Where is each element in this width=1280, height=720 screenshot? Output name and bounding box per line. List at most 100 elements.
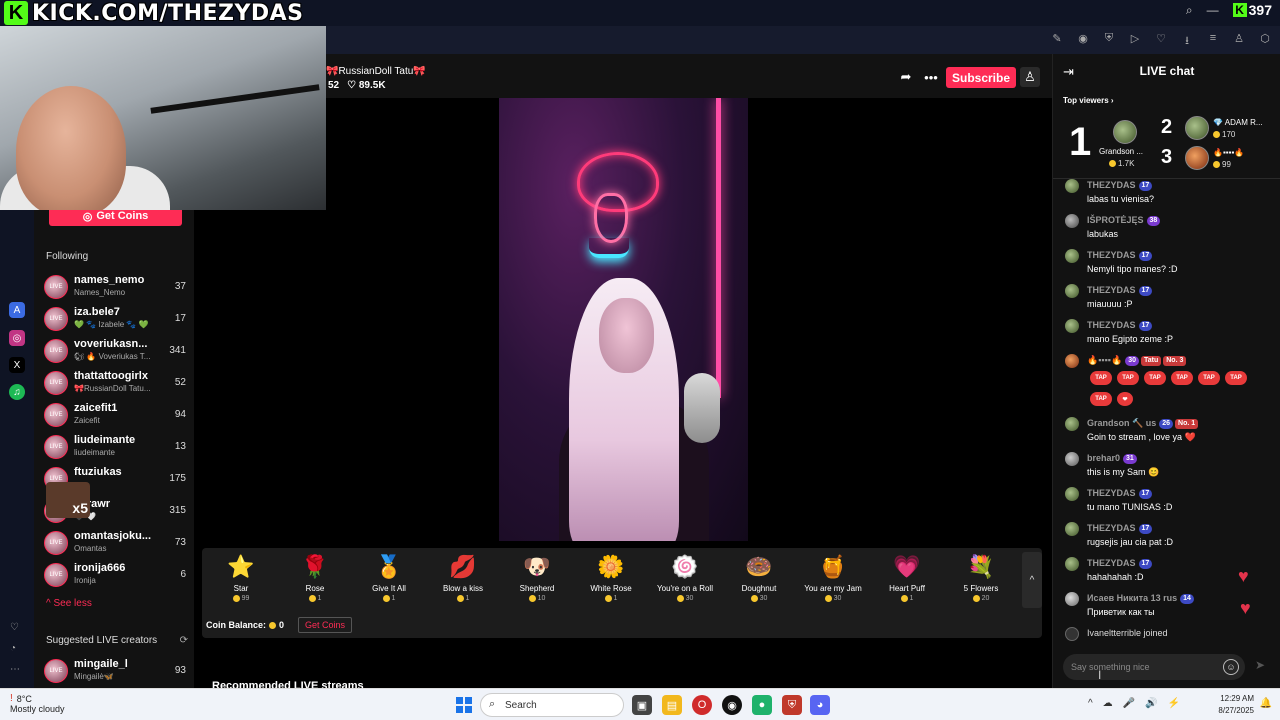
gift-star[interactable]: ⭐ Star 99 [206, 554, 276, 610]
gift-blow-a-kiss[interactable]: 💋 Blow a kiss 1 [428, 554, 498, 610]
shield-app-icon[interactable]: ⛨ [782, 695, 802, 715]
chat-message[interactable]: THEZYDAS 17 labas tu vienisa? [1065, 178, 1275, 210]
opera-icon[interactable]: O [692, 695, 712, 715]
rank-badge: No. 3 [1163, 355, 1187, 366]
chat-username: THEZYDAS 17 [1087, 558, 1153, 569]
tray-expand-icon[interactable]: ^ [1088, 698, 1093, 709]
instagram-icon[interactable]: ◎ [9, 330, 25, 346]
following-item[interactable]: LIVE omantasjoku... Omantas 73 [44, 528, 186, 558]
camera-icon[interactable]: ◉ [1076, 32, 1090, 51]
chat-message[interactable]: THEZYDAS 17 Nemyli tipo manes? :D [1065, 248, 1275, 280]
avatar[interactable] [1113, 120, 1137, 144]
more-options-icon[interactable]: ••• [921, 67, 941, 87]
chat-text: mano Egipto zeme :P [1087, 334, 1174, 344]
live-video[interactable] [499, 98, 748, 541]
more-icon[interactable]: ⋯ [10, 664, 20, 675]
gift-give-it-all[interactable]: 🏅 Give It All 1 [354, 554, 424, 610]
avatar [1065, 452, 1079, 466]
windows-start-icon[interactable] [456, 697, 472, 713]
spotify-icon[interactable]: ♫ [9, 384, 25, 400]
minimize-icon[interactable]: — [1207, 3, 1219, 17]
suggested-item[interactable]: LIVE mingaile_l Mingailė🦋 93 [44, 656, 186, 686]
host-name[interactable]: 🎀RussianDoll Tatu🎀 [326, 66, 426, 77]
following-item[interactable]: LIVE zaicefit1 Zaicefit 94 [44, 400, 186, 430]
weather-widget[interactable]: ! 8°C Mostly cloudy [10, 693, 65, 714]
doughnut-icon: 🍩 [745, 554, 773, 579]
following-item[interactable]: LIVE liudeimante liudeimante 13 [44, 432, 186, 462]
profile-icon[interactable]: ♙ [1020, 67, 1040, 87]
gift-heart-puff[interactable]: 💗 Heart Puff 1 [872, 554, 942, 610]
task-view-icon[interactable]: ▣ [632, 695, 652, 715]
extension-icon[interactable]: ⬡ [1258, 32, 1272, 51]
following-item[interactable]: LIVE iza.bele7 💚 🐾 Izabele 🐾 💚 17 [44, 304, 186, 334]
chat-message[interactable]: THEZYDAS 17 miauuuu :P [1065, 283, 1275, 315]
chat-message[interactable]: THEZYDAS 17 rugsejis jau cia pat :D [1065, 521, 1275, 553]
gift-rose[interactable]: 🌹 Rose 1 [280, 554, 350, 610]
gift-my-jam[interactable]: 🍯 You are my Jam 30 [798, 554, 868, 610]
emoji-icon[interactable]: ☺ [1223, 659, 1239, 675]
profile-icon[interactable]: ♙ [1232, 32, 1246, 51]
play-icon[interactable]: ▷ [1128, 32, 1142, 51]
chat-message[interactable]: Grandson 🔨 us 26 No. 1 Goin to stream , lo… [1065, 416, 1275, 448]
rank-2-number: 2 [1161, 116, 1173, 138]
send-icon[interactable]: ➤ [1255, 658, 1265, 672]
chat-message[interactable]: THEZYDAS 17 mano Egipto zeme :P [1065, 318, 1275, 350]
bouquet-icon: 💐 [967, 554, 995, 579]
gift-price: 1 [872, 595, 942, 602]
heart-icon[interactable]: ♡ [1154, 32, 1168, 51]
search-icon[interactable]: ⌕ [1186, 3, 1193, 18]
microphone-icon[interactable]: 🎤 [1123, 698, 1135, 709]
edit-icon[interactable]: ✎ [1050, 32, 1064, 51]
following-item[interactable]: LIVE ironija666 Ironija 6 [44, 560, 186, 590]
taskbar-search-label: Search [505, 700, 537, 711]
clock[interactable]: 12:29 AM 8/27/2025 [1218, 693, 1254, 717]
gift-name: Give It All [372, 584, 406, 593]
shield-icon[interactable]: ⛨ [1102, 32, 1116, 51]
download-icon[interactable]: ⭳ [1180, 32, 1194, 51]
chat-message[interactable]: brehar0 31 this is my Sam 😊 [1065, 451, 1275, 483]
avatar[interactable] [1185, 146, 1209, 170]
sticker-label: x5 [72, 500, 88, 516]
gift-white-rose[interactable]: 🌼 White Rose 1 [576, 554, 646, 610]
join-text: Ivaneltterrible joined [1087, 628, 1168, 638]
subscribe-button[interactable]: Subscribe [946, 67, 1016, 88]
gift-doughnut[interactable]: 🍩 Doughnut 30 [724, 554, 794, 610]
streamer-face [599, 298, 654, 373]
rank-3-number: 3 [1161, 146, 1173, 168]
avatar[interactable] [1185, 116, 1209, 140]
menu-icon[interactable]: ≡ [1206, 32, 1220, 51]
gift-collapse-button[interactable]: ^ [1022, 552, 1042, 608]
chat-message[interactable]: THEZYDAS 17 tu mano TUNISAS :D [1065, 486, 1275, 518]
gift-bar: ⭐ Star 99 🌹 Rose 1 🏅 Give It All 1 💋 Blo… [202, 548, 1042, 638]
inbox-icon[interactable]: ♡ [10, 622, 19, 633]
gift-on-a-roll[interactable]: 🍥 You're on a Roll 30 [650, 554, 720, 610]
cloud-icon[interactable]: ☁ [1103, 698, 1113, 709]
taskbar-search[interactable]: ⌕ Search [480, 693, 624, 717]
discord-icon[interactable]: ◕ [810, 695, 830, 715]
following-item[interactable]: LIVE names_nemo Names_Nemo 37 [44, 272, 186, 302]
obs-icon[interactable]: ◉ [722, 695, 742, 715]
volume-icon[interactable]: 🔊 [1145, 698, 1157, 709]
following-item[interactable]: LIVE thattattoogirlx 🎀RussianDoll Tatu..… [44, 368, 186, 398]
refresh-icon[interactable]: ⟳ [180, 635, 188, 646]
see-less-link[interactable]: ^ See less [46, 598, 92, 609]
file-explorer-icon[interactable]: ▤ [662, 695, 682, 715]
avatar [1065, 354, 1079, 368]
history-icon[interactable]: ◔ [10, 643, 16, 654]
gift-5-flowers[interactable]: 💐 5 Flowers 20 [946, 554, 1016, 610]
battery-icon[interactable]: ⚡ [1168, 698, 1180, 709]
chat-app-icon[interactable]: ● [752, 695, 772, 715]
share-icon[interactable]: ➦ [896, 67, 916, 87]
x-icon[interactable]: X [9, 357, 25, 373]
gift-name: Shepherd [519, 584, 555, 593]
app-icon[interactable]: A [9, 302, 25, 318]
top-viewers-link[interactable]: Top viewers › [1063, 96, 1114, 105]
following-sub: 🐿 🔥 Voveriukas T... [74, 352, 151, 361]
notification-icon[interactable]: 🔔 [1260, 698, 1272, 709]
chat-message[interactable]: IŠPROTĖJĘS 38 labukas [1065, 213, 1275, 245]
like-count: ♡ 89.5K [347, 80, 386, 91]
following-item[interactable]: LIVE voveriukasn... 🐿 🔥 Voveriukas T... … [44, 336, 186, 366]
gift-shepherd[interactable]: 🐶 Shepherd 10 [502, 554, 572, 610]
chat-input[interactable] [1071, 659, 1221, 675]
get-coins-small-button[interactable]: Get Coins [298, 617, 353, 633]
